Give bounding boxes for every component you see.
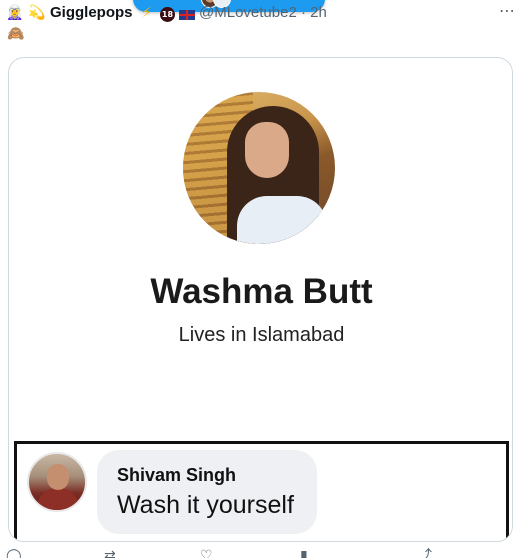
profile-location: Lives in Islamabad: [178, 324, 345, 346]
elf-emoji-icon: 🧝‍♀️: [6, 5, 24, 21]
like-icon[interactable]: ♡: [200, 548, 218, 558]
share-icon[interactable]: ⤴: [418, 548, 436, 558]
comment-bubble: Shivam Singh Wash it yourself: [97, 450, 317, 534]
comment-author: Shivam Singh: [117, 465, 237, 485]
retweet-icon[interactable]: ⇄: [104, 548, 122, 558]
user-handle-timestamp[interactable]: @MLovetube2 · 2h: [199, 5, 327, 21]
lightning-emoji-icon: ⚡: [142, 5, 152, 21]
comment-frame: Shivam Singh Wash it yourself: [14, 441, 509, 541]
views-icon[interactable]: ▮: [300, 548, 318, 558]
age-badge-icon: 18: [160, 7, 175, 22]
tweet-action-bar: ◯ ⇄ ♡ ▮ ⤴: [0, 548, 522, 558]
profile-photo: [183, 92, 335, 244]
tweet-media-card[interactable]: Washma Butt Lives in Islamabad Shivam Si…: [8, 57, 513, 542]
reply-icon[interactable]: ◯: [6, 548, 24, 558]
profile-name: Washma Butt: [150, 272, 373, 311]
commenter-avatar: [27, 452, 87, 512]
more-options-icon[interactable]: ⋯: [494, 2, 520, 24]
display-name[interactable]: Gigglepops: [50, 5, 133, 21]
comment-text: Wash it yourself: [117, 491, 294, 519]
see-no-evil-emoji-icon: 🙈: [7, 26, 25, 42]
dizzy-emoji-icon: 💫: [28, 5, 46, 21]
uk-flag-icon: [179, 10, 195, 20]
tweet-header: 🧝‍♀️ 💫 Gigglepops ⚡ 18 @MLovetube2 · 2h …: [6, 2, 518, 24]
